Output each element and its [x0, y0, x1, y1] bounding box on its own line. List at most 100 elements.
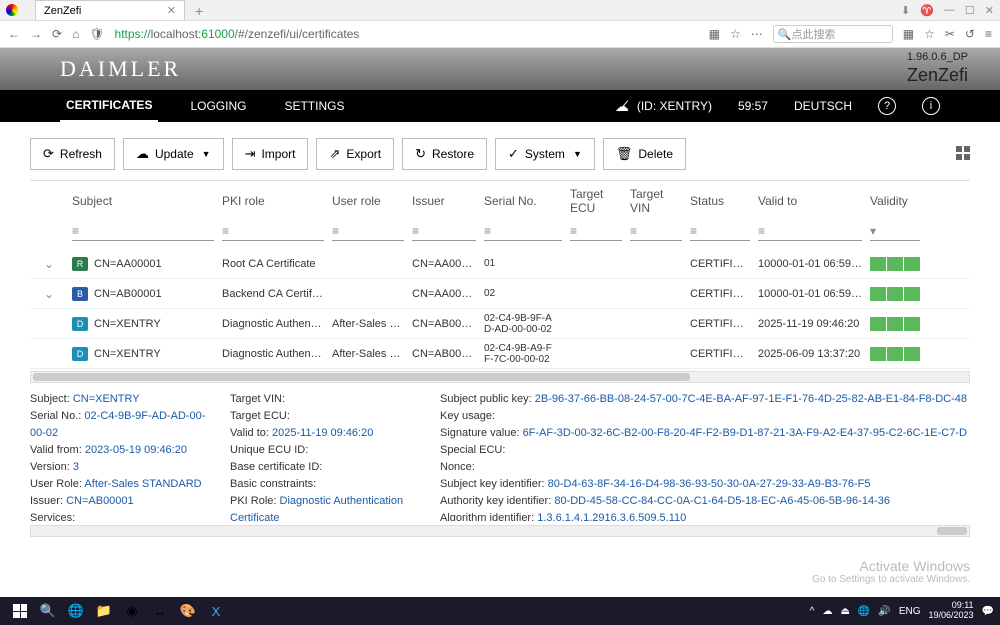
- apps-icon[interactable]: ▦: [903, 27, 914, 41]
- close-icon[interactable]: ✕: [985, 4, 994, 17]
- tray-chevron-icon[interactable]: ^: [810, 606, 815, 617]
- tab-certificates[interactable]: CERTIFICATES: [60, 90, 158, 123]
- col-target-vin[interactable]: Target VIN: [626, 187, 686, 215]
- cert-type-badge: D: [72, 347, 88, 361]
- search-input[interactable]: 🔍 点此搜索: [773, 25, 893, 43]
- chevron-down-icon: ▼: [573, 149, 582, 159]
- validity-bars: [870, 287, 920, 301]
- details-scrollbar[interactable]: [30, 525, 970, 537]
- refresh-icon: ⟳: [43, 146, 54, 162]
- search-icon[interactable]: 🔍: [36, 601, 60, 621]
- new-tab-icon[interactable]: +: [195, 3, 203, 19]
- xentry-icon[interactable]: X: [204, 601, 228, 621]
- shield-icon[interactable]: 🛡: [89, 27, 104, 41]
- filter-row: ▾: [30, 221, 970, 245]
- language-selector[interactable]: DEUTSCH: [794, 99, 852, 113]
- fav-icon[interactable]: ☆: [924, 27, 935, 41]
- filter-validto[interactable]: [758, 221, 862, 241]
- col-serial[interactable]: Serial No.: [480, 194, 566, 208]
- validity-bars: [870, 257, 920, 271]
- maximize-icon[interactable]: ☐: [965, 4, 975, 17]
- filter-tecu[interactable]: [570, 221, 622, 241]
- forward-icon[interactable]: →: [30, 27, 42, 41]
- tab-title: ZenZefi: [44, 5, 81, 17]
- col-pki[interactable]: PKI role: [218, 194, 328, 208]
- app-name: ZenZefi: [907, 64, 968, 87]
- col-subject[interactable]: Subject: [68, 194, 218, 208]
- details-pane: Subject: CN=XENTRY Serial No.: 02-C4-9B-…: [30, 391, 970, 521]
- usb-icon[interactable]: ⏏: [840, 606, 849, 617]
- tab-close-icon[interactable]: ✕: [167, 4, 176, 17]
- minimize-icon[interactable]: —: [944, 4, 955, 16]
- expand-icon[interactable]: ⌄: [44, 257, 54, 271]
- filter-user[interactable]: [332, 221, 404, 241]
- paint-icon[interactable]: 🎨: [176, 601, 200, 621]
- table-row[interactable]: DCN=XENTRYDiagnostic Authentic...After-S…: [30, 309, 970, 339]
- export-button[interactable]: ⇗Export: [316, 138, 394, 170]
- back-icon[interactable]: ←: [8, 27, 20, 41]
- import-button[interactable]: ⇥Import: [232, 138, 309, 170]
- grid-view-icon[interactable]: [956, 146, 970, 160]
- cloud-icon[interactable]: ☁: [822, 606, 832, 617]
- filter-serial[interactable]: [484, 221, 562, 241]
- star-icon[interactable]: ☆: [730, 27, 741, 41]
- cloud-off-icon: ☁̸: [615, 98, 629, 115]
- col-user[interactable]: User role: [328, 194, 408, 208]
- tab-logging[interactable]: LOGGING: [184, 91, 252, 121]
- system-button[interactable]: ✓System▼: [495, 138, 595, 170]
- info-icon[interactable]: i: [922, 97, 940, 115]
- notifications-icon[interactable]: 💬: [982, 606, 994, 617]
- taskbar-lang[interactable]: ENG: [899, 606, 921, 617]
- address-bar: ← → ⟳ ⌂ 🛡 https://localhost:61000/#/zenz…: [0, 20, 1000, 48]
- validity-bars: [870, 347, 920, 361]
- cut-icon[interactable]: ✂: [945, 27, 955, 41]
- update-button[interactable]: ☁Update▼: [123, 138, 224, 170]
- taskbar-clock[interactable]: 09:11 19/06/2023: [929, 601, 974, 621]
- download-icon[interactable]: ⬇: [901, 4, 910, 17]
- windows-watermark: Activate Windows Go to Settings to activ…: [812, 558, 970, 585]
- restore-icon: ↻: [415, 146, 426, 162]
- col-status[interactable]: Status: [686, 194, 754, 208]
- browser-favicon: [6, 4, 18, 16]
- start-button[interactable]: [8, 601, 32, 621]
- filter-subject[interactable]: [72, 221, 214, 241]
- url-field[interactable]: https://localhost:61000/#/zenzefi/ui/cer…: [115, 27, 360, 41]
- table-row[interactable]: DCN=XENTRYDiagnostic Authentic...After-S…: [30, 339, 970, 369]
- col-validity[interactable]: Validity: [866, 194, 924, 208]
- filter-pki[interactable]: [222, 221, 324, 241]
- cert-type-badge: D: [72, 317, 88, 331]
- app-icon[interactable]: ◉: [120, 601, 144, 621]
- table-scrollbar[interactable]: [30, 371, 970, 383]
- teamviewer-icon[interactable]: ↔: [148, 601, 172, 621]
- filter-status[interactable]: [690, 221, 750, 241]
- filter-validity[interactable]: ▾: [870, 221, 920, 241]
- translate-icon[interactable]: ▦: [709, 27, 720, 41]
- trash-icon: 🗑: [616, 146, 633, 162]
- edge-icon[interactable]: 🌐: [64, 601, 88, 621]
- tab-settings[interactable]: SETTINGS: [278, 91, 350, 121]
- col-issuer[interactable]: Issuer: [408, 194, 480, 208]
- browser-tab[interactable]: ZenZefi ✕: [35, 0, 185, 20]
- volume-icon[interactable]: 🔊: [878, 606, 890, 617]
- help-icon[interactable]: ?: [878, 97, 896, 115]
- refresh-button[interactable]: ⟳Refresh: [30, 138, 115, 170]
- filter-issuer[interactable]: [412, 221, 476, 241]
- history-icon[interactable]: ↺: [965, 27, 975, 41]
- expand-icon[interactable]: ⌄: [44, 287, 54, 301]
- validity-bars: [870, 317, 920, 331]
- reload-icon[interactable]: ⟳: [52, 27, 62, 41]
- menu-icon[interactable]: ≡: [985, 27, 992, 41]
- explorer-icon[interactable]: 📁: [92, 601, 116, 621]
- id-label: (ID: XENTRY): [637, 99, 712, 113]
- more-icon[interactable]: ⋯: [751, 27, 763, 41]
- home-icon[interactable]: ⌂: [72, 27, 79, 41]
- network-icon[interactable]: 🌐: [858, 606, 870, 617]
- extension-icon[interactable]: ♈: [920, 4, 934, 17]
- table-row[interactable]: ⌄RCN=AA00001Root CA CertificateCN=AA0000…: [30, 249, 970, 279]
- delete-button[interactable]: 🗑Delete: [603, 138, 686, 170]
- col-validto[interactable]: Valid to: [754, 194, 866, 208]
- filter-tvin[interactable]: [630, 221, 682, 241]
- restore-button[interactable]: ↻Restore: [402, 138, 487, 170]
- col-target-ecu[interactable]: Target ECU: [566, 187, 626, 215]
- table-row[interactable]: ⌄BCN=AB00001Backend CA Certifica...CN=AA…: [30, 279, 970, 309]
